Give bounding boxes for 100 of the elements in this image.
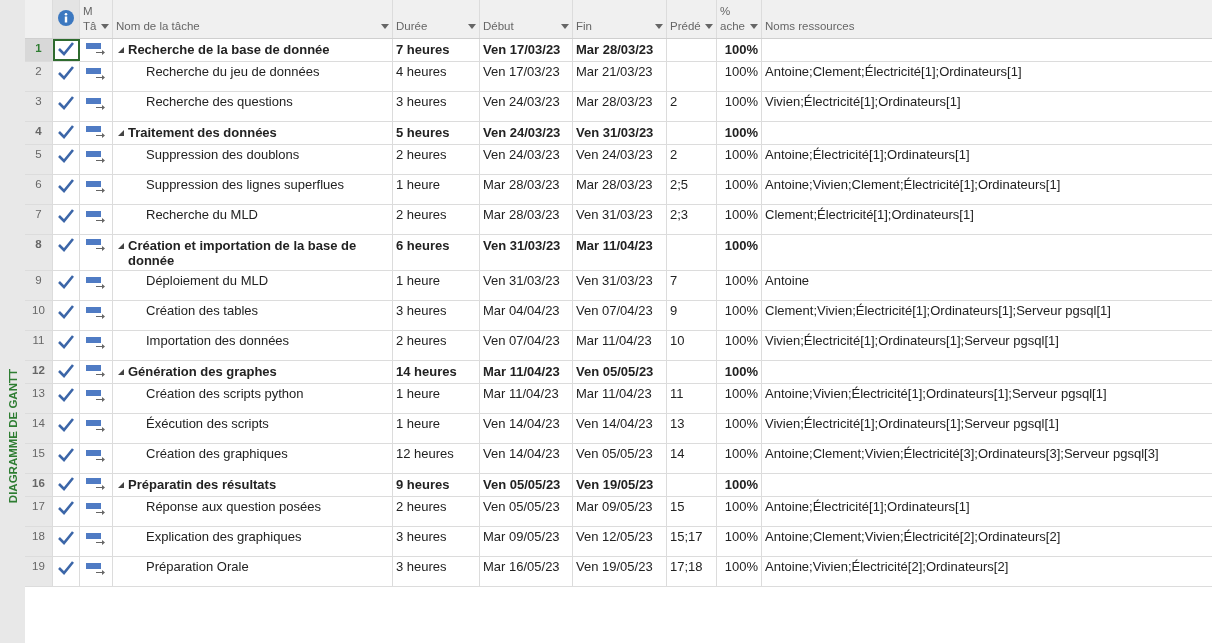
duration-cell: 1 heure [396, 177, 441, 192]
caret-icon[interactable] [381, 24, 389, 29]
view-label: DIAGRAMME DE GANTT [6, 368, 19, 503]
row-number[interactable]: 9 [25, 271, 53, 300]
predecessors-cell: 9 [670, 303, 678, 318]
row-number[interactable]: 1 [25, 39, 53, 61]
start-cell: Ven 31/03/23 [483, 238, 561, 253]
percent-header[interactable]: % ache [717, 0, 762, 38]
row-number[interactable]: 14 [25, 414, 53, 443]
start-cell: Mar 16/05/23 [483, 559, 560, 574]
task-mode-icon [86, 502, 106, 516]
task-mode-icon [86, 419, 106, 433]
duration-cell: 1 heure [396, 273, 441, 288]
row-number[interactable]: 3 [25, 92, 53, 121]
caret-icon[interactable] [101, 24, 109, 29]
predecessors-cell: 11 [670, 386, 684, 401]
summary-task-name: Préparatin des résultats [128, 477, 277, 492]
collapse-icon[interactable] [118, 47, 124, 53]
finish-cell: Mar 11/04/23 [576, 333, 652, 348]
percent-cell: 100% [724, 446, 758, 461]
task-mode-icon [86, 67, 106, 81]
summary-task-name: Génération des graphes [128, 364, 277, 379]
percent-cell: 100% [724, 477, 758, 492]
start-header[interactable]: Début [480, 0, 573, 38]
row-number[interactable]: 11 [25, 331, 53, 360]
resources-cell: Antoine;Clement;Électricité[1];Ordinateurs[1] [765, 64, 1022, 79]
summary-task-name: Traitement des données [128, 125, 277, 140]
start-cell: Mar 28/03/23 [483, 177, 560, 192]
task-name: Recherche du MLD [145, 207, 258, 222]
duration-cell: 4 heures [396, 64, 447, 79]
finish-cell: Mar 11/04/23 [576, 238, 653, 253]
task-name: Recherche du jeu de données [145, 64, 320, 79]
row-number[interactable]: 19 [25, 557, 53, 586]
finish-cell: Ven 05/05/23 [576, 446, 653, 461]
row-number[interactable]: 2 [25, 62, 53, 91]
row-number[interactable]: 12 [25, 361, 53, 383]
finish-cell: Ven 24/03/23 [576, 147, 653, 162]
finish-cell: Ven 12/05/23 [576, 529, 653, 544]
start-cell: Mar 11/04/23 [483, 364, 560, 379]
resources-cell: Antoine;Clement;Vivien;Électricité[2];Ordinateurs[2] [765, 529, 1061, 544]
summary-task-name: Création et importation de la base de donnée [128, 238, 358, 268]
predecessors-cell: 17;18 [670, 559, 703, 574]
start-cell: Ven 31/03/23 [483, 273, 560, 288]
resources-cell: Antoine [765, 273, 810, 288]
percent-cell: 100% [724, 42, 758, 57]
start-cell: Mar 11/04/23 [483, 386, 559, 401]
row-number[interactable]: 15 [25, 444, 53, 473]
collapse-icon[interactable] [118, 482, 124, 488]
task-mode-icon [86, 389, 106, 403]
percent-cell: 100% [724, 333, 758, 348]
caret-icon[interactable] [561, 24, 569, 29]
mode-header[interactable]: M Tâ [80, 0, 113, 38]
row-number[interactable]: 17 [25, 497, 53, 526]
collapse-icon[interactable] [118, 130, 124, 136]
resources-cell: Antoine;Vivien;Électricité[1];Ordinateurs[1];Serveur pgsql[1] [765, 386, 1107, 401]
predecessors-header[interactable]: Prédé [667, 0, 717, 38]
task-mode-icon [86, 97, 106, 111]
caret-icon[interactable] [655, 24, 663, 29]
task-name: Création des scripts python [145, 386, 304, 401]
row-number[interactable]: 10 [25, 301, 53, 330]
row-number[interactable]: 18 [25, 527, 53, 556]
duration-cell: 1 heure [396, 386, 441, 401]
row-number[interactable]: 6 [25, 175, 53, 204]
row-number[interactable]: 4 [25, 122, 53, 144]
resources-cell: Vivien;Électricité[1];Ordinateurs[1];Serveur pgsql[1] [765, 333, 1059, 348]
collapse-icon[interactable] [118, 243, 124, 249]
task-mode-icon [86, 306, 106, 320]
row-number[interactable]: 13 [25, 384, 53, 413]
resources-cell: Antoine;Vivien;Électricité[2];Ordinateurs[2] [765, 559, 1009, 574]
duration-header[interactable]: Durée [393, 0, 480, 38]
finish-cell: Ven 19/05/23 [576, 559, 653, 574]
task-name: Éxécution des scripts [145, 416, 269, 431]
finish-header[interactable]: Fin [573, 0, 667, 38]
row-number[interactable]: 16 [25, 474, 53, 496]
finish-cell: Mar 21/03/23 [576, 64, 653, 79]
predecessors-cell: 15 [670, 499, 685, 514]
caret-icon[interactable] [750, 24, 758, 29]
task-mode-icon [86, 532, 106, 546]
resources-cell: Antoine;Vivien;Clement;Électricité[1];Ordinateurs[1] [765, 177, 1061, 192]
caret-icon[interactable] [468, 24, 476, 29]
start-cell: Ven 07/04/23 [483, 333, 560, 348]
percent-cell: 100% [724, 499, 758, 514]
collapse-icon[interactable] [118, 369, 124, 375]
row-number[interactable]: 8 [25, 235, 53, 270]
duration-cell: 3 heures [396, 529, 447, 544]
caret-icon[interactable] [705, 24, 713, 29]
percent-cell: 100% [724, 386, 758, 401]
start-cell: Ven 05/05/23 [483, 499, 560, 514]
task-name: Recherche des questions [145, 94, 293, 109]
percent-cell: 100% [724, 364, 758, 379]
duration-cell: 3 heures [396, 303, 447, 318]
task-mode-icon [86, 125, 106, 139]
percent-cell: 100% [724, 125, 758, 140]
duration-cell: 14 heures [396, 364, 457, 379]
predecessors-cell: 2 [670, 147, 678, 162]
row-number[interactable]: 5 [25, 145, 53, 174]
row-number[interactable]: 7 [25, 205, 53, 234]
task-name: Suppression des doublons [145, 147, 300, 162]
name-header[interactable]: Nom de la tâche [113, 0, 393, 38]
resources-header[interactable]: Noms ressources [762, 0, 1212, 38]
